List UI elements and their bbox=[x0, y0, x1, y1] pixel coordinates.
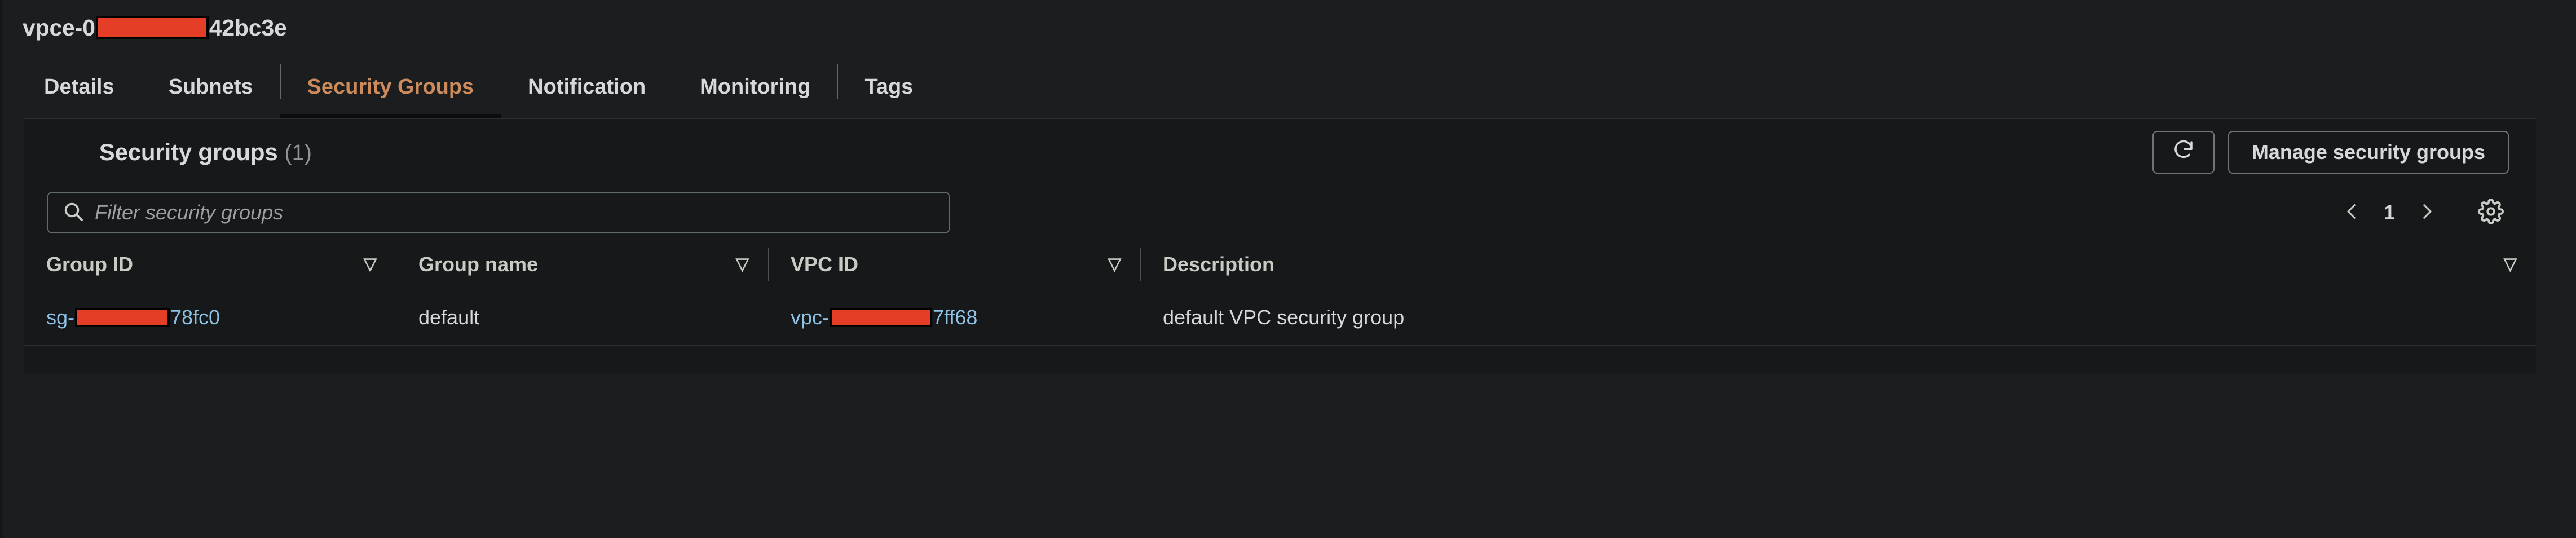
tab-bar: Details Subnets Security Groups Notifica… bbox=[0, 55, 2576, 118]
refresh-button[interactable] bbox=[2152, 131, 2215, 174]
cell-vpc-id: vpc- 7ff68 bbox=[768, 289, 1140, 346]
tab-monitoring-label: Monitoring bbox=[700, 74, 811, 99]
manage-security-groups-button[interactable]: Manage security groups bbox=[2227, 131, 2509, 174]
tab-details[interactable]: Details bbox=[24, 55, 142, 118]
sort-icon-vpc-id[interactable]: ▽ bbox=[1108, 256, 1140, 273]
table-row[interactable]: sg- 78fc0 default vpc- 7ff68 default VPC… bbox=[24, 289, 2536, 346]
resource-id-suffix: 42bc3e bbox=[209, 14, 287, 41]
pagination: 1 bbox=[2331, 191, 2509, 234]
redaction-box-group-id bbox=[75, 307, 170, 327]
description-value: default VPC security group bbox=[1163, 305, 1405, 329]
search-input[interactable] bbox=[85, 201, 949, 224]
tab-details-label: Details bbox=[44, 74, 114, 99]
column-header-vpc-id[interactable]: VPC ID ▽ bbox=[768, 240, 1140, 289]
group-id-suffix: 78fc0 bbox=[170, 305, 220, 329]
column-header-group-name[interactable]: Group name ▽ bbox=[396, 240, 768, 289]
tab-tags-label: Tags bbox=[864, 74, 914, 99]
pagination-page-1[interactable]: 1 bbox=[2373, 201, 2406, 224]
tab-subnets[interactable]: Subnets bbox=[141, 55, 280, 118]
panel-title-text: Security groups bbox=[99, 139, 278, 165]
gear-icon bbox=[2478, 198, 2504, 227]
vpc-id-prefix: vpc- bbox=[791, 305, 830, 329]
filter-row: 1 bbox=[24, 186, 2536, 240]
tab-subnets-label: Subnets bbox=[168, 74, 253, 99]
redaction-box-title bbox=[95, 16, 209, 39]
sort-icon-description[interactable]: ▽ bbox=[2504, 256, 2536, 273]
refresh-icon bbox=[2172, 138, 2195, 167]
tab-monitoring[interactable]: Monitoring bbox=[673, 55, 837, 118]
group-name-value: default bbox=[418, 305, 480, 329]
panel-title: Security groups (1) bbox=[47, 112, 312, 193]
sort-icon-group-id[interactable]: ▽ bbox=[364, 256, 396, 273]
pagination-prev-button[interactable] bbox=[2331, 192, 2373, 233]
cell-group-name: default bbox=[396, 289, 768, 346]
page-root: vpce-0 42bc3e Details Subnets Security G… bbox=[0, 0, 2576, 538]
security-groups-panel: Security groups (1) Manage security group… bbox=[24, 118, 2536, 373]
cell-description: default VPC security group bbox=[1140, 289, 2536, 346]
tab-security-groups-label: Security Groups bbox=[307, 74, 474, 99]
tab-tags[interactable]: Tags bbox=[837, 55, 940, 118]
resource-title-bar: vpce-0 42bc3e bbox=[0, 0, 2576, 55]
column-header-vpc-id-label: VPC ID bbox=[791, 253, 859, 276]
tab-notification[interactable]: Notification bbox=[501, 55, 673, 118]
security-groups-table: Group ID ▽ Group name ▽ VPC ID ▽ Descrip… bbox=[24, 240, 2536, 346]
resource-id-prefix: vpce-0 bbox=[23, 14, 95, 41]
chevron-left-icon bbox=[2343, 202, 2362, 224]
column-header-group-id[interactable]: Group ID ▽ bbox=[24, 240, 396, 289]
vpc-id-link[interactable]: vpc- 7ff68 bbox=[791, 306, 977, 329]
column-header-group-id-label: Group ID bbox=[46, 253, 133, 276]
tab-security-groups[interactable]: Security Groups bbox=[280, 55, 501, 118]
sort-icon-group-name[interactable]: ▽ bbox=[736, 256, 768, 273]
panel-count: (1) bbox=[284, 140, 312, 165]
search-box[interactable] bbox=[47, 192, 950, 233]
group-id-prefix: sg- bbox=[46, 305, 75, 329]
vpc-id-suffix: 7ff68 bbox=[933, 305, 978, 329]
pagination-next-button[interactable] bbox=[2406, 192, 2447, 233]
table-header-row: Group ID ▽ Group name ▽ VPC ID ▽ Descrip… bbox=[24, 240, 2536, 289]
panel-header: Security groups (1) Manage security group… bbox=[24, 119, 2536, 186]
column-header-group-name-label: Group name bbox=[418, 253, 539, 276]
manage-security-groups-label: Manage security groups bbox=[2251, 140, 2485, 164]
chevron-right-icon bbox=[2417, 202, 2436, 224]
page-title: vpce-0 42bc3e bbox=[23, 15, 287, 41]
group-id-link[interactable]: sg- 78fc0 bbox=[46, 306, 220, 329]
column-header-description[interactable]: Description ▽ bbox=[1140, 240, 2536, 289]
redaction-box-vpc-id bbox=[830, 307, 933, 327]
tab-notification-label: Notification bbox=[528, 74, 646, 99]
cell-group-id: sg- 78fc0 bbox=[24, 289, 396, 346]
table-preferences-button[interactable] bbox=[2473, 195, 2509, 231]
column-header-description-label: Description bbox=[1163, 253, 1275, 276]
search-icon bbox=[62, 200, 85, 226]
